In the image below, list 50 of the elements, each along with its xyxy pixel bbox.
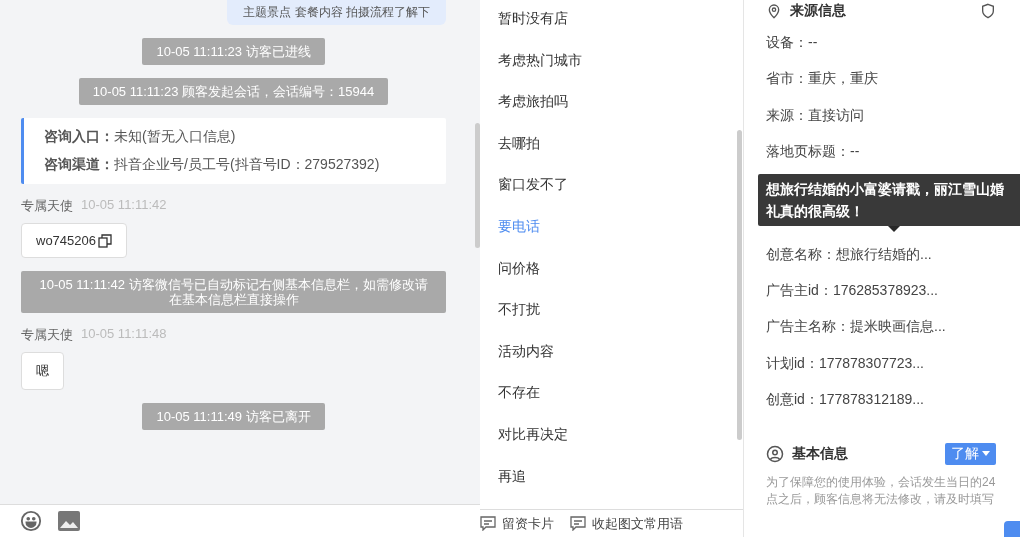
scrollbar[interactable]: [475, 123, 480, 248]
quick-reply-item[interactable]: 窗口发不了: [498, 176, 743, 218]
quick-reply-item[interactable]: 考虑旅拍吗: [498, 93, 743, 135]
quick-reply-item[interactable]: 对比再决定: [498, 425, 743, 468]
quick-reply-item[interactable]: 再追: [498, 467, 743, 510]
emoji-icon[interactable]: [20, 510, 42, 532]
user-icon: [766, 444, 784, 463]
info-row-text: 咨询入口：未知(暂无入口信息): [44, 128, 237, 146]
notice-text: 为了保障您的使用体验，会话发生当日的24点之后，顾客信息将无法修改，请及时填写: [766, 473, 997, 508]
message-text: wo745206: [36, 233, 96, 248]
action-button[interactable]: 留资卡片: [480, 514, 554, 533]
quick-reply-item[interactable]: 要电话: [498, 217, 743, 260]
quick-reply-item[interactable]: 不打扰: [498, 301, 743, 343]
message-time: 10-05 11:11:42: [81, 197, 167, 214]
copy-icon[interactable]: [98, 233, 112, 248]
quick-reply-item[interactable]: 考虑热门城市: [498, 51, 743, 94]
system-notice: 10-05 11:11:42 访客微信号已自动标记右侧基本信息栏，如需修改请在基本信息栏直接操作: [21, 271, 446, 313]
location-icon: [766, 3, 782, 19]
quick-reply-item[interactable]: 活动内容: [498, 342, 743, 385]
info-field: 省市：重庆，重庆: [766, 68, 1020, 105]
quick-reply-item[interactable]: 问价格: [498, 259, 743, 302]
info-field: 广告主名称：提米映画信息...: [766, 316, 1020, 353]
message-text: 嗯: [36, 362, 49, 380]
caret-icon: [982, 451, 990, 456]
section-title: 来源信息: [790, 2, 847, 20]
message-time: 10-05 11:11:48: [81, 326, 167, 343]
sender-name: 专属天使: [21, 197, 73, 215]
info-row-text: 咨询渠道：抖音企业号/员工号(抖音号ID：279527392): [44, 156, 381, 174]
sender-name: 专属天使: [21, 326, 73, 344]
message-icon: [570, 516, 586, 532]
message-icon: [480, 516, 496, 532]
info-field: 设备：--: [766, 32, 1020, 69]
info-field: 创意名称：想旅行结婚的...: [766, 243, 1020, 280]
quick-reply-item[interactable]: 不存在: [498, 384, 743, 426]
scrollbar[interactable]: [737, 130, 742, 440]
system-notice: 10-05 11:11:23 顾客发起会话，会话编号：15944: [78, 78, 389, 105]
quick-reply-item[interactable]: 暂时没有店: [498, 10, 743, 52]
shield-icon: [980, 3, 996, 19]
system-notice: 10-05 11:11:23 访客已进线: [142, 38, 325, 65]
image-icon[interactable]: [58, 511, 80, 531]
action-button[interactable]: 收起图文常用语: [570, 514, 683, 533]
info-field: 计划id：177878307723...: [766, 352, 1020, 390]
system-notice: 10-05 11:11:49 访客已离开: [142, 403, 325, 430]
info-field: 来源：直接访问: [766, 104, 1020, 142]
section-title: 基本信息: [792, 444, 849, 463]
info-field: 广告主id：176285378923...: [766, 279, 1020, 317]
chat-bubble: 主题景点 套餐内容 拍摄流程了解下: [227, 0, 446, 25]
info-field: 创意id：177878312189...: [766, 389, 1020, 426]
tooltip-arrow: [888, 225, 900, 232]
quick-reply-item[interactable]: 去哪拍: [498, 134, 743, 177]
